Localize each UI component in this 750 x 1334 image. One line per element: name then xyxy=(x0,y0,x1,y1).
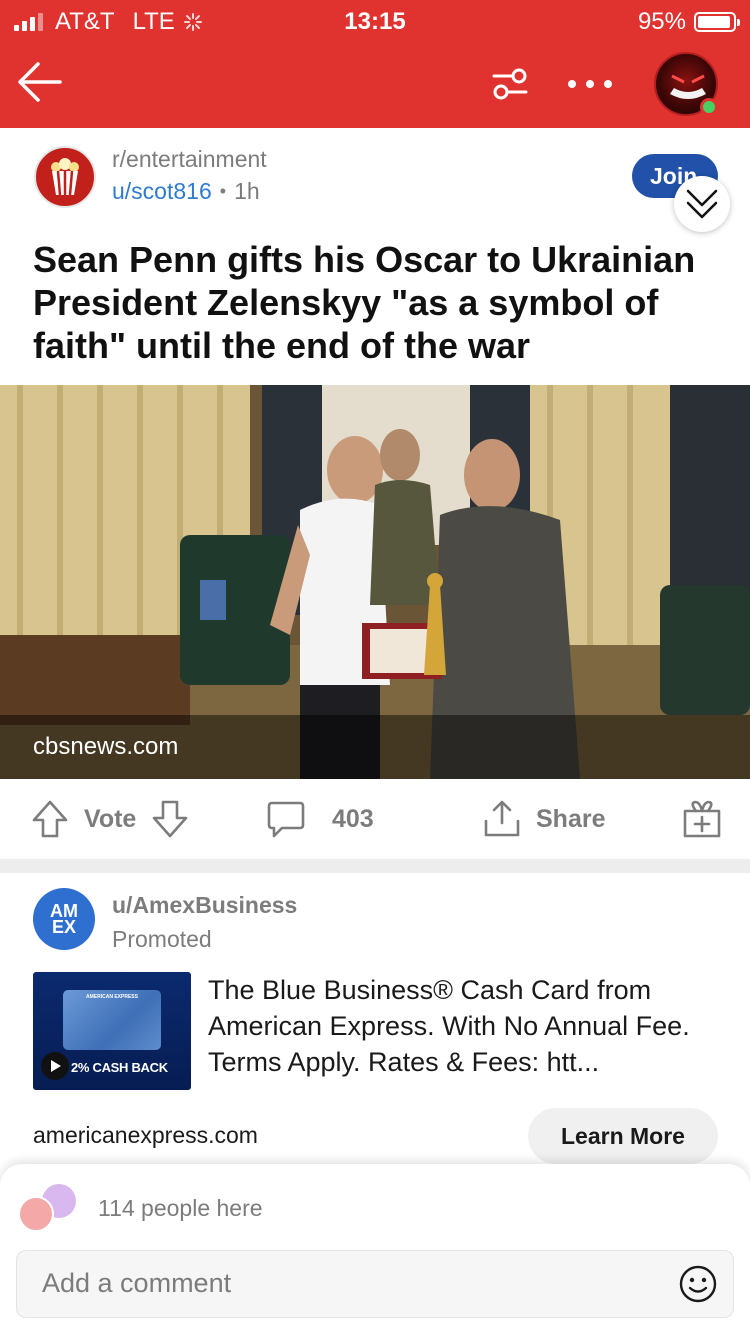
credit-card-image: AMERICAN EXPRESS xyxy=(63,990,161,1050)
learn-more-label: Learn More xyxy=(561,1122,685,1149)
gift-icon xyxy=(683,800,721,838)
promoted-text[interactable]: The Blue Business® Cash Card from Americ… xyxy=(208,972,728,1080)
filter-icon[interactable] xyxy=(488,62,532,106)
comments-count: 403 xyxy=(332,804,374,833)
learn-more-button[interactable]: Learn More xyxy=(528,1108,718,1164)
comment-icon xyxy=(267,801,305,838)
share-button[interactable]: Share xyxy=(482,779,605,859)
post-meta: u/scot816 • 1h xyxy=(112,178,260,205)
vote-label: Vote xyxy=(84,804,137,833)
popcorn-icon xyxy=(51,158,79,196)
battery-icon xyxy=(694,12,740,32)
amex-logo[interactable]: AM EX xyxy=(33,888,95,950)
battery-percent: 95% xyxy=(637,8,686,35)
post-title[interactable]: Sean Penn gifts his Oscar to Ukrainian P… xyxy=(33,238,723,367)
post-header: r/entertainment u/scot816 • 1h Join xyxy=(0,128,750,232)
double-chevron-down-icon xyxy=(686,189,718,219)
cash-back-label: 2% CASH BACK xyxy=(71,1060,168,1075)
share-icon xyxy=(484,800,520,837)
upvote-icon[interactable] xyxy=(30,799,70,839)
card-label: AMERICAN EXPRESS xyxy=(86,994,138,1000)
back-arrow-icon[interactable] xyxy=(14,56,66,108)
vote-group: Vote xyxy=(30,779,190,859)
amex-logo-text: AM EX xyxy=(50,901,78,937)
post-actions: Vote 403 Share xyxy=(0,779,750,859)
more-options-icon[interactable] xyxy=(568,70,612,98)
post-age: 1h xyxy=(234,178,260,204)
comments-button[interactable]: 403 xyxy=(266,779,374,859)
collapse-button[interactable] xyxy=(674,176,730,232)
award-button[interactable] xyxy=(682,779,722,859)
status-bar: AT&T LTE 13:15 95% xyxy=(0,0,750,40)
meta-separator: • xyxy=(219,181,227,201)
author-link[interactable]: u/scot816 xyxy=(112,178,212,205)
people-avatars xyxy=(18,1184,80,1234)
emoji-icon[interactable] xyxy=(678,1264,718,1304)
subreddit-avatar[interactable] xyxy=(34,146,96,208)
source-link[interactable]: cbsnews.com xyxy=(33,733,178,761)
section-divider xyxy=(0,859,750,873)
promoted-domain[interactable]: americanexpress.com xyxy=(33,1122,258,1149)
promoted-tag: Promoted xyxy=(112,926,212,952)
battery-indicator: 95% xyxy=(637,8,740,36)
downvote-icon[interactable] xyxy=(150,799,190,839)
people-here-count: 114 people here xyxy=(98,1195,263,1221)
share-label: Share xyxy=(536,804,606,833)
comment-placeholder[interactable]: Add a comment xyxy=(42,1268,231,1299)
promoted-user[interactable]: u/AmexBusiness xyxy=(112,892,297,919)
online-status-dot xyxy=(700,98,718,116)
viewer-avatar xyxy=(18,1196,54,1232)
promoted-thumbnail[interactable]: AMERICAN EXPRESS 2% CASH BACK xyxy=(33,972,191,1090)
play-icon[interactable] xyxy=(41,1052,69,1080)
subreddit-name[interactable]: r/entertainment xyxy=(112,146,267,173)
top-bar: AT&T LTE 13:15 95% xyxy=(0,0,750,128)
